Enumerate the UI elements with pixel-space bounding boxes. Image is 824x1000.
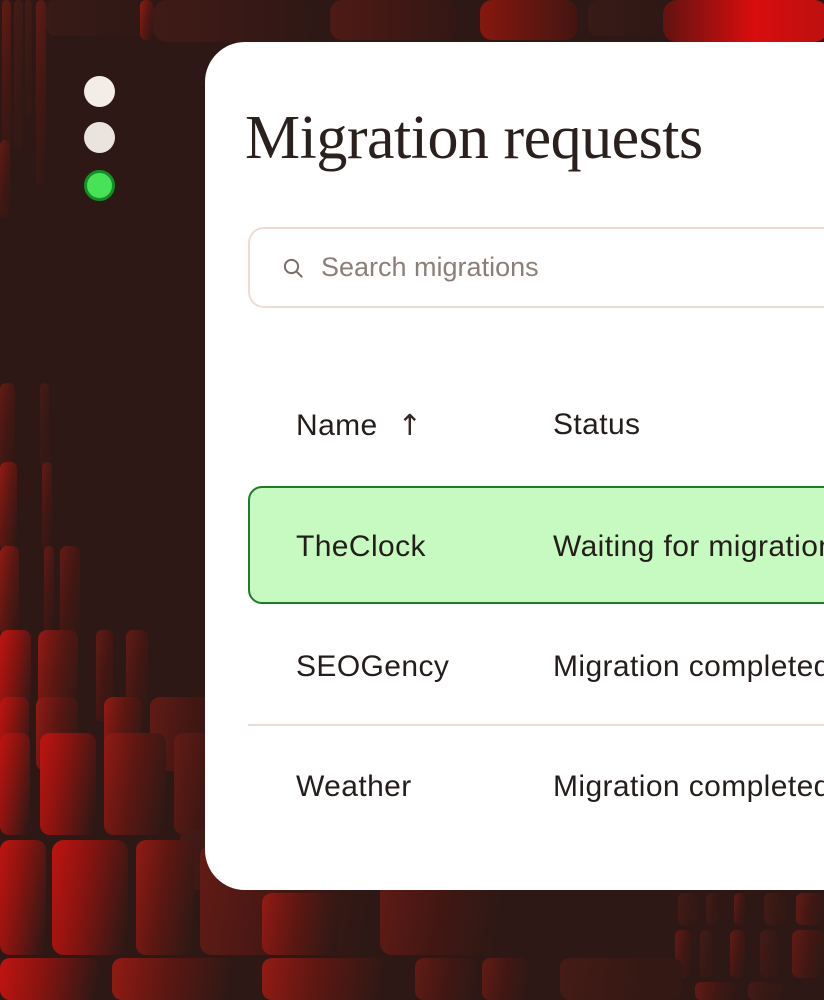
bg-bar: [25, 0, 32, 116]
window-dot-middle[interactable]: [84, 122, 115, 153]
bg-bar: [663, 0, 824, 42]
bg-bar: [480, 0, 577, 40]
table-row-seogency[interactable]: SEOGency Migration completed: [248, 605, 824, 724]
bg-bar: [0, 733, 30, 835]
bg-bar: [46, 0, 146, 36]
window-dot-active[interactable]: [84, 170, 115, 201]
bg-bar: [700, 930, 712, 978]
search-icon: [281, 256, 305, 280]
bg-bar: [52, 840, 128, 955]
bg-bar: [40, 383, 49, 469]
bg-bar: [36, 0, 46, 186]
cell-status: Migration completed: [553, 652, 824, 682]
column-header-status[interactable]: Status: [553, 410, 640, 440]
cell-name: TheClock: [296, 532, 426, 562]
window-dot-top[interactable]: [84, 76, 115, 107]
arrow-up-icon: ↑: [398, 408, 423, 442]
bg-bar: [60, 546, 80, 636]
table-row-weather[interactable]: Weather Migration completed: [248, 726, 824, 850]
bg-bar: [0, 840, 46, 955]
bg-bar: [0, 546, 19, 636]
bg-bar: [104, 733, 166, 835]
bg-bar: [42, 462, 52, 550]
bg-bar: [706, 893, 718, 925]
bg-bar: [760, 930, 778, 978]
bg-bar: [0, 462, 17, 550]
cell-status: Waiting for migration: [553, 532, 824, 562]
bg-bar: [588, 0, 658, 36]
bg-bar: [262, 893, 338, 955]
bg-bar: [678, 893, 698, 925]
bg-bar: [153, 0, 311, 42]
bg-bar: [764, 893, 786, 925]
app-card: Migration requests Name ↑ Status TheClock…: [205, 42, 824, 890]
bg-bar: [792, 930, 824, 978]
bg-bar: [136, 840, 194, 955]
bg-bar: [730, 930, 745, 978]
column-header-name-label: Name: [296, 409, 378, 442]
bg-bar: [748, 982, 782, 1000]
bg-bar: [330, 0, 456, 40]
table-row-theclock[interactable]: TheClock Waiting for migration: [248, 486, 824, 604]
bg-bar: [0, 958, 100, 1000]
bg-bar: [0, 140, 10, 218]
bg-bar: [0, 383, 15, 469]
cell-name: Weather: [296, 772, 412, 802]
cell-status: Migration completed: [553, 772, 824, 802]
bg-bar: [415, 958, 477, 1000]
bg-bar: [14, 0, 23, 150]
bg-bar: [112, 958, 234, 1000]
bg-bar: [796, 893, 824, 925]
page-title: Migration requests: [245, 100, 703, 176]
column-header-name[interactable]: Name ↑: [296, 410, 422, 441]
bg-bar: [695, 982, 737, 1000]
search-input[interactable]: [319, 251, 824, 284]
bg-bar: [734, 893, 745, 925]
bg-bar: [40, 733, 96, 835]
search-field[interactable]: [248, 227, 824, 308]
bg-bar: [482, 958, 528, 1000]
cell-name: SEOGency: [296, 652, 449, 682]
bg-bar: [262, 958, 386, 1000]
bg-bar: [560, 958, 682, 1000]
bg-bar: [140, 0, 153, 40]
bg-bar: [44, 546, 54, 636]
